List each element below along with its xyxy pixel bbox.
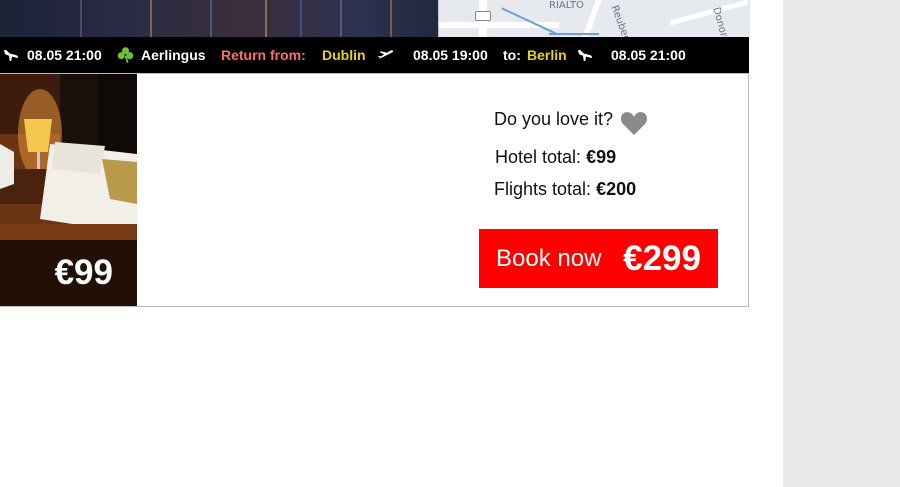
hotel-total-value: €99: [586, 147, 617, 167]
return-departure-time: 08.05 19:00: [413, 47, 488, 63]
hotel-total: Hotel total: €99: [495, 147, 616, 168]
map-label-reuben: Reuben St: [608, 4, 637, 37]
plane-landing-icon: [3, 49, 19, 61]
book-now-total: €299: [623, 239, 701, 278]
from-city: Dublin: [322, 47, 366, 63]
hotel-photo[interactable]: €99: [0, 74, 137, 306]
hotel-price-tag: €99: [0, 240, 137, 306]
heart-icon[interactable]: [620, 111, 648, 135]
airline-name: Aerlingus: [141, 47, 206, 63]
to-label: to:: [503, 47, 521, 63]
flights-total-value: €200: [596, 179, 637, 199]
map-label-donore: Donore: [710, 6, 731, 37]
flights-total: Flights total: €200: [494, 179, 636, 200]
return-arrival-time: 08.05 21:00: [611, 47, 686, 63]
map-marker-icon: [475, 11, 491, 21]
map-label-rialto: RIALTO: [549, 0, 584, 11]
to-city: Berlin: [527, 47, 567, 63]
right-sidebar: [783, 0, 900, 487]
hotel-total-label: Hotel total:: [495, 147, 582, 167]
shamrock-icon: [117, 47, 134, 64]
plane-takeoff-icon: [378, 50, 394, 60]
hotel-map[interactable]: RIALTO Reuben St Donore: [438, 0, 750, 37]
plane-landing-icon: [577, 49, 593, 61]
flight-info-strip: 08.05 21:00 Aerlingus Return from: Dubli…: [0, 37, 749, 73]
outbound-arrival-time: 08.05 21:00: [27, 47, 102, 63]
from-label: from:: [270, 47, 306, 63]
flights-total-label: Flights total:: [494, 179, 592, 199]
return-label: Return: [221, 47, 267, 63]
destination-photo-strip: [0, 0, 438, 37]
book-now-label: Book now: [496, 245, 602, 272]
offer-card: €99 Do you love it? Hotel total: €99 Fli…: [0, 73, 749, 307]
book-now-button[interactable]: Book now €299: [479, 229, 718, 288]
love-prompt: Do you love it?: [494, 109, 614, 129]
